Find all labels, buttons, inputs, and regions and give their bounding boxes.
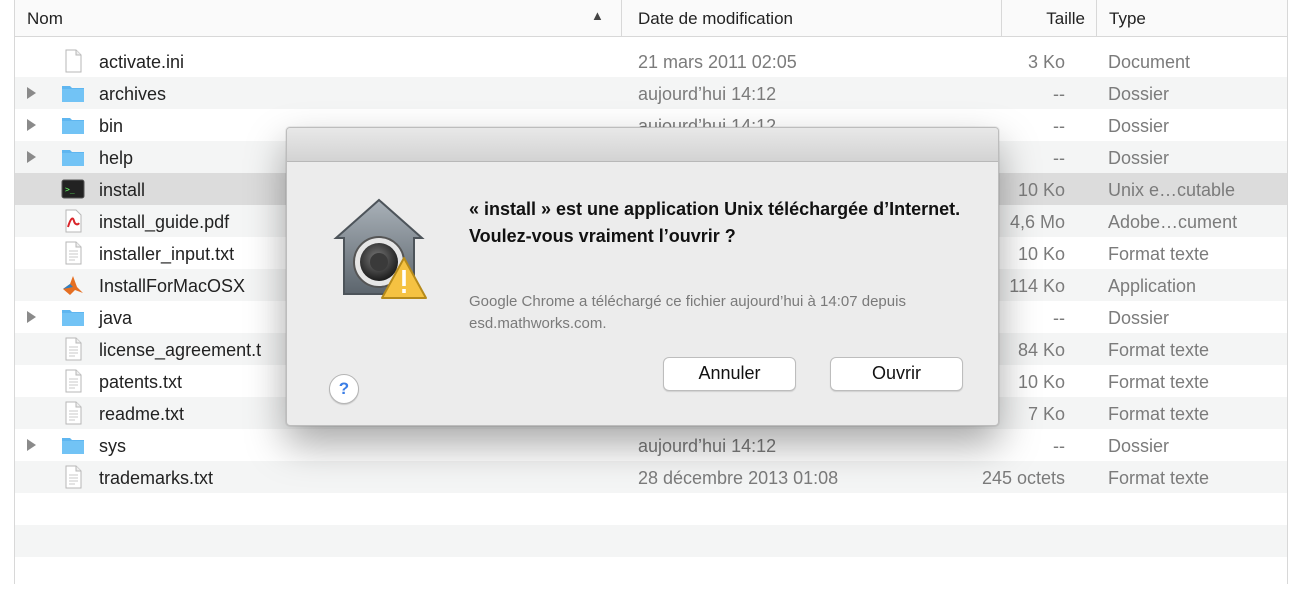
file-type: Format texte [1108, 244, 1210, 264]
file-name: install_guide.pdf [99, 212, 230, 232]
dialog-titlebar[interactable] [287, 128, 998, 162]
folder-icon [61, 145, 85, 169]
file-size: 245 octets [981, 468, 1065, 488]
svg-text:>_: >_ [65, 185, 75, 194]
file-type: Format texte [1108, 468, 1210, 488]
text-file-icon [61, 241, 85, 265]
file-type: Application [1108, 276, 1197, 296]
column-name-header[interactable]: Nom [27, 0, 63, 36]
file-size: 10 Ko [1017, 180, 1065, 200]
file-type: Dossier [1108, 308, 1170, 328]
file-name: archives [99, 84, 167, 104]
folder-icon [61, 305, 85, 329]
file-date: 28 décembre 2013 01:08 [638, 468, 839, 488]
pdf-icon [61, 209, 85, 233]
text-file-icon [61, 337, 85, 361]
empty-row [15, 493, 1287, 525]
column-header: Nom ▲ Date de modification Taille Type [15, 0, 1287, 37]
file-type: Unix e…cutable [1108, 180, 1236, 200]
security-alert-dialog: « install » est une application Unix tél… [286, 127, 999, 426]
disclosure-triangle-icon[interactable] [27, 119, 36, 131]
document-icon [61, 49, 85, 73]
file-size: -- [1053, 148, 1065, 168]
disclosure-triangle-icon[interactable] [27, 439, 36, 451]
cancel-button[interactable]: Annuler [663, 357, 796, 391]
file-row[interactable]: activate.ini 21 mars 2011 02:05 3 Ko Docume… [15, 45, 1287, 77]
file-date: 21 mars 2011 02:05 [638, 52, 797, 72]
file-type: Format texte [1108, 372, 1210, 392]
text-file-icon [61, 465, 85, 489]
column-name-label: Nom [27, 9, 63, 28]
file-name: java [99, 308, 133, 328]
file-date: aujourd’hui 14:12 [638, 436, 777, 456]
folder-icon [61, 81, 85, 105]
column-size-label: Taille [1046, 9, 1085, 28]
file-size: -- [1053, 436, 1065, 456]
dialog-message: Google Chrome a téléchargé ce fichier au… [469, 293, 906, 332]
file-type: Format texte [1108, 404, 1210, 424]
file-row[interactable]: trademarks.txt 28 décembre 2013 01:08 245 … [15, 461, 1287, 493]
empty-row [15, 557, 1287, 589]
file-row[interactable]: archives aujourd’hui 14:12 -- Dossier [15, 77, 1287, 109]
folder-icon [61, 433, 85, 457]
disclosure-triangle-icon[interactable] [27, 151, 36, 163]
file-size: -- [1053, 308, 1065, 328]
file-row[interactable]: sys aujourd’hui 14:12 -- Dossier [15, 429, 1287, 461]
file-name: InstallForMacOSX [99, 276, 246, 296]
file-type: Dossier [1108, 84, 1170, 104]
file-name: readme.txt [99, 404, 185, 424]
file-name: patents.txt [99, 372, 183, 392]
text-file-icon [61, 401, 85, 425]
file-name: install [99, 180, 146, 200]
file-name: trademarks.txt [99, 468, 214, 488]
text-file-icon [61, 369, 85, 393]
file-size: -- [1053, 116, 1065, 136]
file-type: Dossier [1108, 436, 1170, 456]
file-type: Adobe…cument [1108, 212, 1238, 232]
file-name: bin [99, 116, 124, 136]
file-size: 3 Ko [1027, 52, 1065, 72]
help-button[interactable]: ? [329, 374, 359, 404]
file-name: installer_input.txt [99, 244, 235, 264]
empty-row [15, 525, 1287, 557]
column-date-label: Date de modification [638, 9, 793, 28]
file-size: -- [1053, 84, 1065, 104]
file-date: aujourd’hui 14:12 [638, 84, 777, 104]
dialog-title: « install » est une application Unix tél… [469, 199, 961, 246]
column-date-header[interactable]: Date de modification [621, 0, 1018, 36]
disclosure-triangle-icon[interactable] [27, 87, 36, 99]
file-size: 10 Ko [1017, 372, 1065, 392]
file-size: 7 Ko [1027, 404, 1065, 424]
file-name: activate.ini [99, 52, 185, 72]
file-size: 114 Ko [1009, 276, 1065, 296]
gatekeeper-warning-icon [333, 198, 427, 299]
matlab-icon [61, 273, 85, 297]
column-size-header[interactable]: Taille [1001, 0, 1097, 36]
file-type: Dossier [1108, 148, 1170, 168]
file-name: sys [99, 436, 126, 456]
column-type-label: Type [1109, 9, 1146, 28]
terminal-icon: >_ [61, 177, 85, 201]
file-size: 84 Ko [1017, 340, 1065, 360]
folder-icon [61, 113, 85, 137]
file-size: 4,6 Mo [1009, 212, 1065, 232]
file-type: Dossier [1108, 116, 1170, 136]
file-name: license_agreement.t [99, 340, 262, 360]
file-type: Document [1108, 52, 1191, 72]
file-type: Format texte [1108, 340, 1210, 360]
file-size: 10 Ko [1017, 244, 1065, 264]
disclosure-triangle-icon[interactable] [27, 311, 36, 323]
column-type-header[interactable]: Type [1096, 0, 1292, 36]
sort-ascending-icon[interactable]: ▲ [591, 8, 604, 23]
file-name: help [99, 148, 134, 168]
open-button[interactable]: Ouvrir [830, 357, 963, 391]
